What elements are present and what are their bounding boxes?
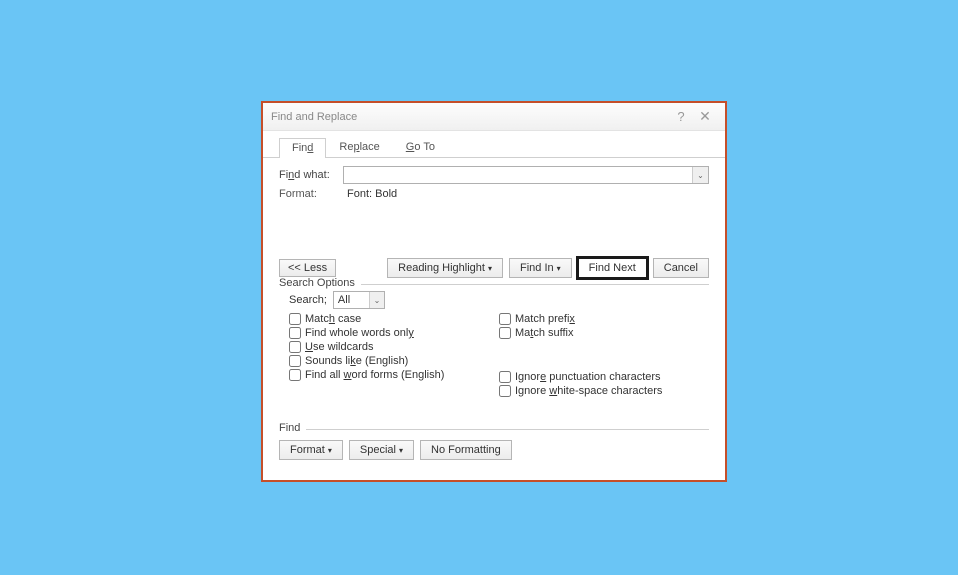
find-what-label: Find what: [279,169,343,181]
search-options-fieldset: Search Options Search; All ⌄ Match case … [279,284,709,399]
find-in-button[interactable]: Find In▾ [509,258,572,278]
action-buttons: << Less Reading Highlight▾ Find In▾ Find… [279,258,709,278]
find-bottom-legend: Find [279,422,306,434]
tabs: Find Replace Go To [263,131,725,158]
find-what-dropdown-icon[interactable]: ⌄ [692,167,708,183]
search-options-legend: Search Options [279,277,361,289]
find-what-row: Find what: ⌄ [279,166,709,184]
tab-find[interactable]: Find [279,138,326,158]
dialog-body: Find what: ⌄ Format: Font: Bold << Less … [263,158,725,480]
match-prefix-checkbox[interactable]: Match prefix [499,313,709,325]
dialog-title: Find and Replace [271,111,669,123]
word-forms-checkbox[interactable]: Find all word forms (English) [289,369,499,381]
search-direction-row: Search; All ⌄ [279,291,709,309]
search-direction-label: Search; [289,294,327,306]
less-button[interactable]: << Less [279,259,336,277]
options-columns: Match case Find whole words only Use wil… [279,313,709,399]
no-formatting-button[interactable]: No Formatting [420,440,512,460]
format-value: Font: Bold [343,188,397,200]
titlebar: Find and Replace ? ✕ [263,103,725,131]
bottom-buttons: Format▾ Special▾ No Formatting [279,440,709,460]
cancel-button[interactable]: Cancel [653,258,709,278]
find-what-input[interactable]: ⌄ [343,166,709,184]
wildcards-checkbox[interactable]: Use wildcards [289,341,499,353]
find-bottom-fieldset: Find Format▾ Special▾ No Formatting [279,429,709,460]
tab-replace[interactable]: Replace [326,137,392,157]
whole-words-checkbox[interactable]: Find whole words only [289,327,499,339]
match-suffix-checkbox[interactable]: Match suffix [499,327,709,339]
format-button[interactable]: Format▾ [279,440,343,460]
search-direction-select[interactable]: All ⌄ [333,291,385,309]
find-next-button[interactable]: Find Next [578,258,647,278]
chevron-down-icon: ⌄ [369,292,384,308]
tab-goto[interactable]: Go To [393,137,448,157]
sounds-like-checkbox[interactable]: Sounds like (English) [289,355,499,367]
match-case-checkbox[interactable]: Match case [289,313,499,325]
format-row: Format: Font: Bold [279,188,709,200]
find-replace-dialog: Find and Replace ? ✕ Find Replace Go To … [261,101,727,482]
help-icon[interactable]: ? [669,109,693,124]
ignore-ws-checkbox[interactable]: Ignore white-space characters [499,385,709,397]
options-col-left: Match case Find whole words only Use wil… [289,313,499,399]
search-direction-value: All [338,294,350,306]
close-icon[interactable]: ✕ [693,108,717,125]
ignore-punct-checkbox[interactable]: Ignore punctuation characters [499,371,709,383]
format-label: Format: [279,188,343,200]
reading-highlight-button[interactable]: Reading Highlight▾ [387,258,503,278]
options-col-right: Match prefix Match suffix Ignore punctua… [499,313,709,399]
special-button[interactable]: Special▾ [349,440,414,460]
